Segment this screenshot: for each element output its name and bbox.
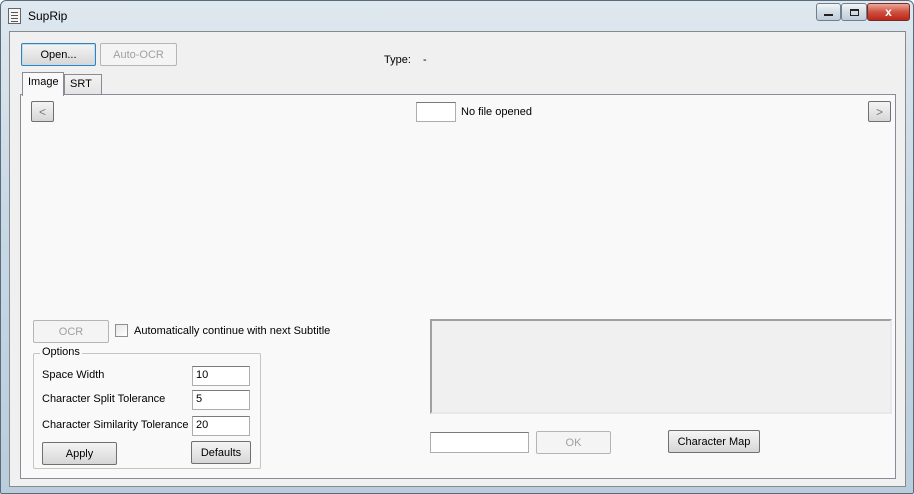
open-button[interactable]: Open... <box>21 43 96 66</box>
options-groupbox: Options Space Width 10 Character Split T… <box>33 346 261 469</box>
type-value: - <box>423 54 427 66</box>
prev-button[interactable]: < <box>31 101 54 122</box>
ok-button[interactable]: OK <box>536 431 611 454</box>
split-tolerance-input[interactable]: 5 <box>192 390 250 410</box>
minimize-icon <box>824 14 833 16</box>
subtitle-number-input[interactable] <box>416 102 456 122</box>
title-bar[interactable]: SupRip x <box>1 1 913 31</box>
close-button[interactable]: x <box>867 3 910 21</box>
space-width-label: Space Width <box>42 369 105 381</box>
type-label: Type: <box>384 54 411 66</box>
tab-image[interactable]: Image <box>22 72 64 96</box>
auto-continue-checkbox[interactable] <box>115 324 128 337</box>
character-map-button[interactable]: Character Map <box>668 430 760 453</box>
apply-button[interactable]: Apply <box>42 442 117 465</box>
chevron-left-icon: < <box>38 104 46 119</box>
space-width-input[interactable]: 10 <box>192 366 250 386</box>
maximize-button[interactable] <box>841 3 867 21</box>
client-area: Open... Auto-OCR Type: - Image SRT < No … <box>9 31 906 487</box>
tab-srt[interactable]: SRT <box>64 74 102 95</box>
defaults-button[interactable]: Defaults <box>191 441 251 464</box>
document-icon <box>8 8 21 24</box>
options-caption: Options <box>40 346 82 358</box>
character-input[interactable] <box>430 432 529 453</box>
ocr-button[interactable]: OCR <box>33 320 109 343</box>
maximize-icon <box>849 8 859 16</box>
auto-ocr-button[interactable]: Auto-OCR <box>100 43 177 66</box>
similarity-tolerance-label: Character Similarity Tolerance <box>42 419 189 431</box>
minimize-button[interactable] <box>816 3 841 21</box>
close-icon: x <box>885 5 892 19</box>
character-preview <box>430 319 892 414</box>
split-tolerance-label: Character Split Tolerance <box>42 393 166 405</box>
chevron-right-icon: > <box>875 104 883 119</box>
image-tab-panel: < No file opened > OCR Automatically con… <box>20 94 896 479</box>
app-window: SupRip x Open... Auto-OCR Type: - Image … <box>0 0 914 494</box>
auto-continue-label: Automatically continue with next Subtitl… <box>134 325 331 337</box>
similarity-tolerance-input[interactable]: 20 <box>192 416 250 436</box>
status-text: No file opened <box>461 106 532 118</box>
window-title: SupRip <box>28 9 68 23</box>
next-button[interactable]: > <box>868 101 891 122</box>
